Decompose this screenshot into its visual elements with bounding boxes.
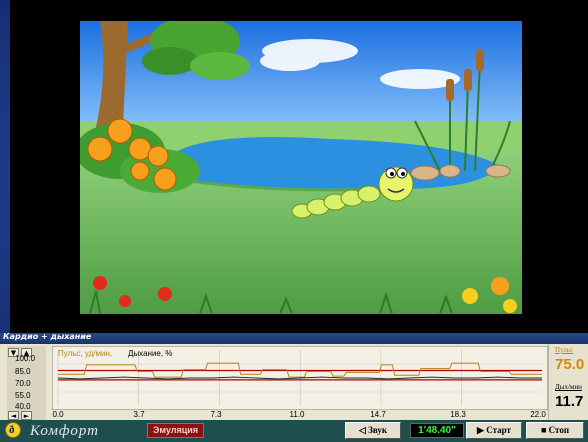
start-button[interactable]: ▶ Старт [466,422,522,439]
y-tick-label: 70.0 [15,379,31,388]
panel-title: Кардио + дыхание [3,332,92,341]
panel-titlebar: Кардио + дыхание [0,332,588,344]
scale-control: ▼ ▲ 100.0 85.0 70.0 55.0 40.0 ◄ ► [7,346,46,422]
scroll-left-button[interactable]: ◄ [8,411,19,420]
sound-button[interactable]: ◁ Звук [345,422,401,439]
x-tick-label: 7.3 [210,410,222,419]
brand-name: Комфорт [30,423,99,439]
y-tick-label: 40.0 [15,402,31,411]
breath-rate-label: Дых/мин [555,383,582,391]
speaker-icon: ◁ [358,425,366,435]
legend-breath: Дыхание, % [128,349,173,358]
start-button-label: Старт [486,425,511,435]
logo-icon: ð [5,422,21,438]
game-scene [80,21,522,314]
session-timer: 1'48.40" [410,423,464,438]
emulation-badge[interactable]: Эмуляция [147,423,204,438]
legend-pulse: Пульс, уд/мин, [58,349,113,358]
y-tick-label: 100.0 [15,354,36,363]
stop-button[interactable]: ■ Стоп [526,422,584,439]
x-tick-label: 11.0 [289,410,305,419]
readout-panel: Пульс 75.0 Дых/мин 11.7 [548,344,588,422]
bottom-toolbar: ð Комфорт Эмуляция ◁ Звук 1'48.40" ▶ Ста… [0,420,588,442]
x-tick-label: 14.7 [370,410,386,419]
x-tick-label: 0.0 [52,410,64,419]
sound-button-label: Звук [368,425,388,435]
pulse-label: Пульс [555,346,574,354]
y-tick-label: 85.0 [15,367,31,376]
pulse-value: 75.0 [555,356,585,373]
play-icon: ▶ [477,425,484,435]
x-tick-label: 18.3 [450,410,466,419]
scroll-right-button[interactable]: ► [21,411,32,420]
breath-rate-value: 11.7 [555,393,584,410]
x-tick-label: 3.7 [133,410,145,419]
stop-button-label: Стоп [548,425,570,435]
y-tick-label: 55.0 [15,391,31,400]
stop-icon: ■ [540,425,547,435]
signal-chart [52,346,548,410]
x-tick-label: 22.0 [530,410,546,419]
